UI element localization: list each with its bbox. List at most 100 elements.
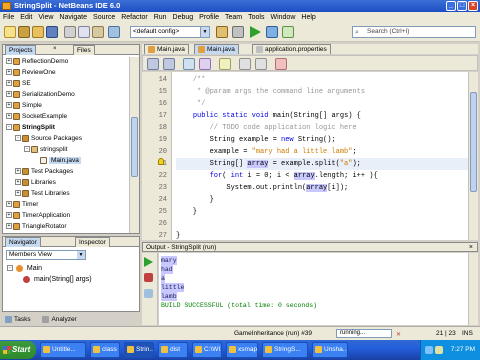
tree-item[interactable]: + Simple bbox=[6, 101, 42, 110]
taskbar-button[interactable]: StringS... bbox=[262, 342, 308, 358]
forward-icon[interactable] bbox=[163, 58, 175, 70]
expand-icon[interactable]: + bbox=[6, 212, 12, 219]
menu-view[interactable]: View bbox=[35, 12, 56, 23]
tree-item[interactable]: + ReviewOne bbox=[6, 68, 56, 77]
undo-icon[interactable] bbox=[108, 26, 120, 38]
stop-icon[interactable] bbox=[144, 273, 153, 282]
tree-item[interactable]: + Test Packages bbox=[15, 167, 73, 176]
menu-source[interactable]: Source bbox=[90, 12, 118, 23]
menu-navigate[interactable]: Navigate bbox=[56, 12, 90, 23]
menu-file[interactable]: File bbox=[0, 12, 17, 23]
expand-icon[interactable]: + bbox=[15, 179, 21, 186]
find-icon[interactable] bbox=[183, 58, 195, 70]
start-button[interactable]: Start bbox=[0, 341, 36, 359]
menu-refactor[interactable]: Refactor bbox=[118, 12, 150, 23]
collapse-icon[interactable]: - bbox=[6, 124, 12, 131]
cut-icon[interactable] bbox=[64, 26, 76, 38]
expand-icon[interactable]: + bbox=[6, 91, 12, 98]
collapse-icon[interactable]: - bbox=[24, 146, 30, 153]
back-icon[interactable] bbox=[147, 58, 159, 70]
tab-navigator[interactable]: Navigator bbox=[5, 237, 41, 247]
menu-help[interactable]: Help bbox=[298, 12, 318, 23]
members-view-select[interactable]: Members View ▼ bbox=[6, 250, 86, 260]
close-button[interactable]: × bbox=[468, 1, 478, 11]
code-editor[interactable]: 1415161718192021222324252627 /** * @para… bbox=[142, 72, 468, 240]
tree-item[interactable]: + ReflectionDemo bbox=[6, 57, 68, 66]
close-icon[interactable]: × bbox=[53, 46, 57, 52]
menu-edit[interactable]: Edit bbox=[17, 12, 35, 23]
menu-window[interactable]: Window bbox=[267, 12, 298, 23]
taskbar-button[interactable]: xsmap... bbox=[226, 342, 258, 358]
projects-scrollbar[interactable] bbox=[129, 57, 139, 233]
expand-icon[interactable]: + bbox=[6, 223, 12, 230]
close-icon[interactable]: × bbox=[469, 243, 473, 252]
tab-application-properties[interactable]: application.properties bbox=[252, 44, 331, 54]
output-scrollbar[interactable] bbox=[468, 253, 478, 325]
tree-item[interactable]: + TriangleRotator bbox=[6, 222, 67, 231]
tab-tasks[interactable]: Tasks bbox=[14, 316, 31, 323]
tab-files[interactable]: Files bbox=[73, 45, 95, 55]
tab-projects[interactable]: Projects bbox=[5, 45, 37, 55]
shift-left-icon[interactable] bbox=[239, 58, 251, 70]
copy-icon[interactable] bbox=[78, 26, 90, 38]
expand-icon[interactable]: + bbox=[6, 102, 12, 109]
tree-item[interactable]: + TimerApplication bbox=[6, 211, 70, 220]
paste-icon[interactable] bbox=[92, 26, 104, 38]
navigator-item-main[interactable]: - Main bbox=[7, 264, 42, 273]
tree-item[interactable]: + SocketExample bbox=[6, 112, 67, 121]
expand-icon[interactable]: + bbox=[6, 201, 12, 208]
collapse-icon[interactable]: - bbox=[15, 135, 21, 142]
shift-right-icon[interactable] bbox=[255, 58, 267, 70]
tree-item[interactable]: + Libraries bbox=[15, 178, 56, 187]
tree-item[interactable]: - StringSplit bbox=[6, 123, 55, 132]
output-console[interactable]: mary had a little lamb BUILD SUCCESSFUL (tota… bbox=[159, 253, 468, 325]
taskbar-button[interactable]: Strin... bbox=[124, 342, 154, 358]
expand-icon[interactable]: + bbox=[6, 58, 12, 65]
expand-icon[interactable]: + bbox=[6, 80, 12, 87]
maximize-button[interactable]: □ bbox=[457, 1, 467, 11]
tree-item[interactable]: - stringsplit bbox=[24, 145, 67, 154]
menu-team[interactable]: Team bbox=[222, 12, 245, 23]
settings-icon[interactable] bbox=[144, 289, 153, 298]
scrollbar-thumb[interactable] bbox=[131, 117, 138, 177]
taskbar-button[interactable]: dist bbox=[158, 342, 188, 358]
tab-analyzer[interactable]: Analyzer bbox=[51, 316, 76, 323]
menu-tools[interactable]: Tools bbox=[245, 12, 267, 23]
search-field[interactable]: ⌕ Search (Ctrl+I) bbox=[352, 26, 476, 38]
open-project-icon[interactable] bbox=[32, 26, 44, 38]
scrollbar-thumb[interactable] bbox=[470, 92, 477, 192]
config-select[interactable]: <default config> ▼ bbox=[130, 26, 210, 38]
collapse-icon[interactable]: - bbox=[7, 265, 13, 272]
clean-build-icon[interactable] bbox=[232, 26, 244, 38]
taskbar-button[interactable]: class p... bbox=[90, 342, 120, 358]
debug-icon[interactable] bbox=[266, 26, 278, 38]
menu-run[interactable]: Run bbox=[151, 12, 170, 23]
editor-scrollbar[interactable] bbox=[468, 72, 478, 240]
tab-main-java-1[interactable]: Main.java bbox=[144, 44, 189, 54]
menu-debug[interactable]: Debug bbox=[170, 12, 197, 23]
expand-icon[interactable]: + bbox=[15, 168, 21, 175]
expand-icon[interactable]: + bbox=[15, 190, 21, 197]
menu-profile[interactable]: Profile bbox=[196, 12, 222, 23]
navigator-item-main-method[interactable]: main(String[] args) bbox=[23, 275, 92, 284]
taskbar-button[interactable]: Untitle... bbox=[40, 342, 86, 358]
save-all-icon[interactable] bbox=[46, 26, 58, 38]
tree-item[interactable]: + Test Libraries bbox=[15, 189, 70, 198]
hint-bulb-icon[interactable] bbox=[158, 158, 164, 165]
expand-icon[interactable]: + bbox=[6, 69, 12, 76]
new-file-icon[interactable] bbox=[4, 26, 16, 38]
tab-main-java-2[interactable]: Main.java bbox=[194, 44, 239, 54]
tab-inspector[interactable]: Inspector bbox=[75, 237, 110, 247]
taskbar-button[interactable]: C:\WI... bbox=[192, 342, 222, 358]
tree-item[interactable]: + SE bbox=[6, 79, 31, 88]
minimize-button[interactable]: _ bbox=[446, 1, 456, 11]
macro-record-icon[interactable] bbox=[275, 58, 287, 70]
build-icon[interactable] bbox=[216, 26, 228, 38]
rerun-icon[interactable] bbox=[144, 257, 153, 267]
tree-item[interactable]: + Timer bbox=[6, 200, 38, 209]
run-icon[interactable] bbox=[250, 26, 261, 38]
new-project-icon[interactable] bbox=[18, 26, 30, 38]
bookmark-icon[interactable] bbox=[219, 58, 231, 70]
tree-item[interactable]: +Main.java bbox=[33, 156, 81, 165]
toggle-highlight-icon[interactable] bbox=[199, 58, 211, 70]
